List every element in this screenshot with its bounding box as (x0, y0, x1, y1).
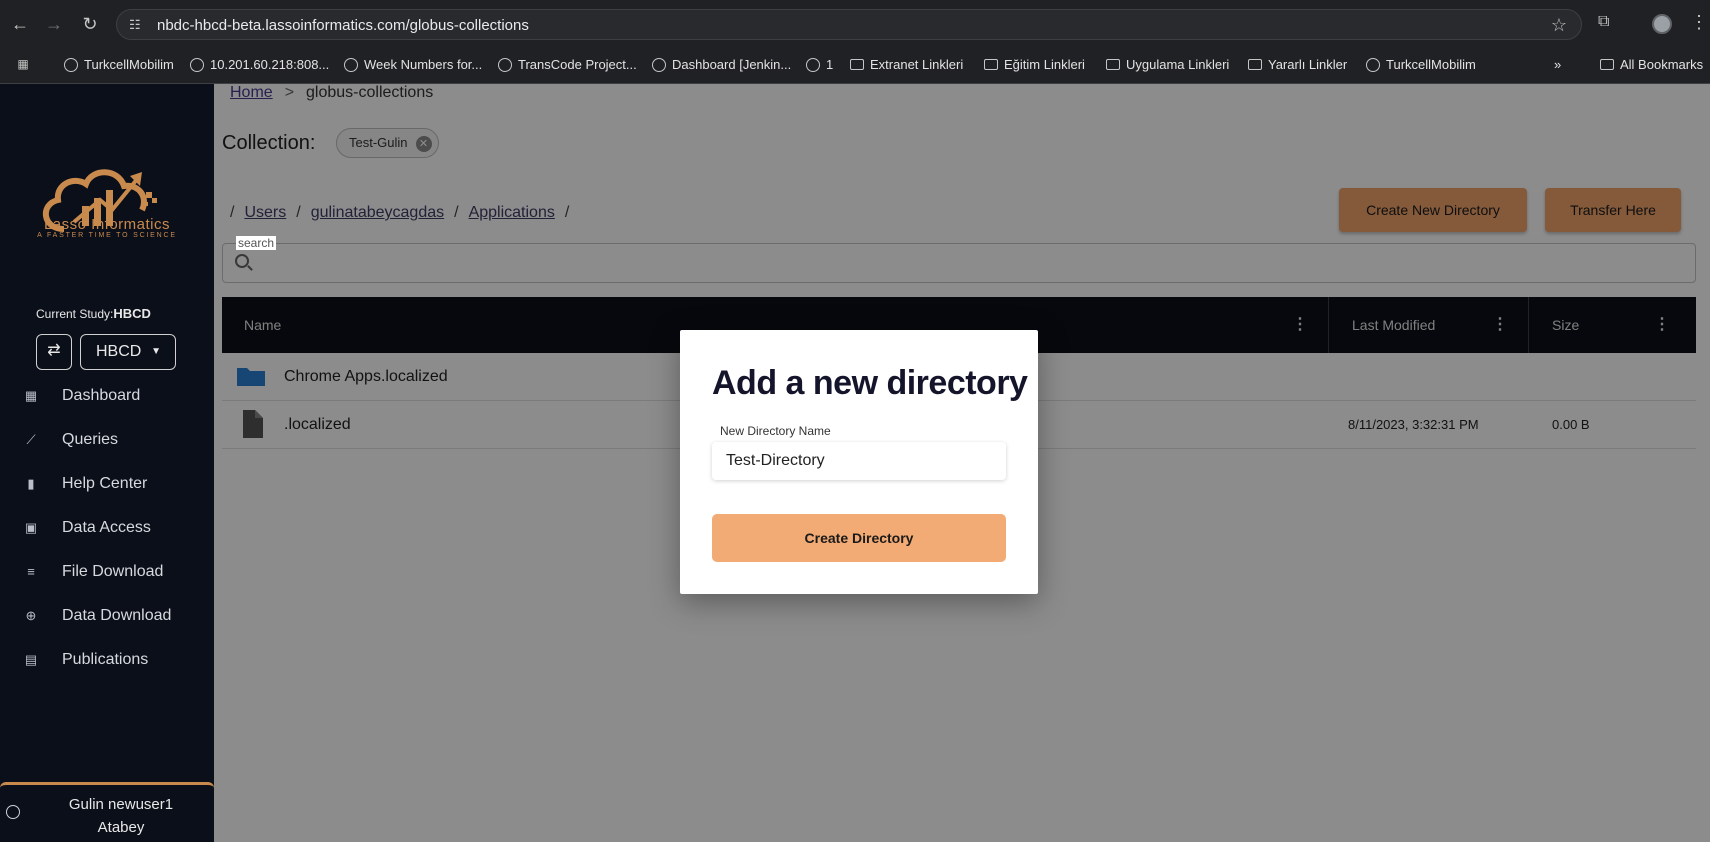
user-profile[interactable]: Gulin newuser1 Atabey (0, 782, 214, 842)
bookmark-folder[interactable]: Uygulama Linkleri (1106, 57, 1229, 72)
site-info-icon[interactable]: ☷ (129, 17, 145, 33)
reload-icon[interactable]: ↻ (80, 14, 100, 34)
url-path: /globus-collections (405, 17, 529, 34)
directory-name-label: New Directory Name (720, 424, 831, 438)
logo-tagline: A FASTER TIME TO SCIENCE (37, 232, 177, 239)
user-icon (6, 805, 20, 819)
sidebar-item-file-download[interactable]: ≡ File Download (0, 550, 214, 594)
more-bookmarks-icon[interactable]: » (1554, 57, 1561, 72)
bookmark-item[interactable]: TurkcellMobilim (1366, 57, 1476, 72)
sidebar-item-data-download[interactable]: ⊕ Data Download (0, 594, 214, 638)
study-select[interactable]: HBCD ▼ (80, 334, 176, 370)
bookmark-item[interactable]: Week Numbers for... (344, 57, 482, 72)
sidebar-item-dashboard[interactable]: ▦ Dashboard (0, 374, 214, 418)
url-text[interactable]: nbdc-hbcd-beta.lassoinformatics.com/glob… (157, 17, 529, 34)
download-icon: ⊕ (25, 608, 37, 623)
profile-avatar[interactable] (1652, 14, 1672, 34)
bookmark-star-icon[interactable]: ☆ (1551, 15, 1567, 36)
sidebar-item-help-center[interactable]: ▮ Help Center (0, 462, 214, 506)
bookmark-item[interactable]: Dashboard [Jenkin... (652, 57, 791, 72)
sidebar: Lasso Informatics A FASTER TIME TO SCIEN… (0, 84, 214, 842)
bookmark-folder[interactable]: Extranet Linkleri (850, 57, 963, 72)
bookmark-item[interactable]: TurkcellMobilim (64, 57, 174, 72)
globe-icon (64, 57, 78, 72)
all-bookmarks[interactable]: All Bookmarks (1600, 57, 1703, 72)
create-directory-button[interactable]: Create Directory (712, 514, 1006, 562)
sidebar-item-queries[interactable]: ⟋ Queries (0, 418, 214, 462)
folder-icon (984, 59, 998, 70)
address-bar[interactable]: ☷ nbdc-hbcd-beta.lassoinformatics.com/gl… (116, 9, 1582, 40)
folder-icon (1106, 59, 1120, 70)
logo-text: Lasso Informatics (43, 216, 171, 233)
bookmarks-bar: ▦ TurkcellMobilim 10.201.60.218:808... W… (0, 48, 1710, 84)
current-study: Current Study:HBCD (36, 306, 151, 321)
extensions-icon[interactable]: ⧉ (1598, 13, 1609, 31)
folder-icon (1248, 59, 1262, 70)
dashboard-icon: ▦ (24, 388, 38, 403)
user-name: Gulin newuser1 Atabey (68, 796, 174, 836)
add-directory-dialog: Add a new directory New Directory Name C… (680, 330, 1038, 594)
globe-icon (344, 57, 358, 72)
list-icon: ≡ (27, 564, 35, 579)
sidebar-item-data-access[interactable]: ▣ Data Access (0, 506, 214, 550)
book-icon: ▮ (27, 476, 35, 491)
globe-icon (1366, 57, 1380, 72)
forward-icon[interactable]: → (44, 14, 64, 34)
folder-icon (1600, 59, 1614, 70)
globe-icon (652, 57, 666, 72)
caret-down-icon: ▼ (151, 346, 161, 357)
globe-icon (190, 57, 204, 72)
back-icon[interactable]: ← (10, 14, 30, 34)
queries-icon: ⟋ (26, 432, 36, 447)
search-label: search (236, 236, 277, 250)
browser-toolbar: ← → ↻ ☷ nbdc-hbcd-beta.lassoinformatics.… (0, 0, 1710, 48)
globe-icon (498, 57, 512, 72)
directory-name-field[interactable] (712, 442, 1006, 480)
globe-icon (806, 57, 820, 72)
bookmark-item[interactable]: 1 (806, 57, 833, 72)
apps-grid-icon[interactable]: ▦ (16, 57, 30, 71)
current-study-label: Current Study: (36, 307, 114, 321)
folder-icon (850, 59, 864, 70)
bookmark-item[interactable]: TransCode Project... (498, 57, 637, 72)
bookmark-item[interactable]: 10.201.60.218:808... (190, 57, 329, 72)
browser-menu-icon[interactable]: ⋮ (1690, 12, 1708, 33)
current-study-value: HBCD (113, 306, 151, 321)
swap-icon: ⇄ (47, 342, 61, 359)
bookmark-folder[interactable]: Eğitim Linkleri (984, 57, 1085, 72)
dialog-title: Add a new directory (712, 364, 1028, 402)
sidebar-item-publications[interactable]: ▤ Publications (0, 638, 214, 682)
document-icon: ▤ (24, 652, 38, 667)
lock-icon: ▣ (24, 520, 38, 535)
bookmark-folder[interactable]: Yararlı Linkler (1248, 57, 1347, 72)
url-host: nbdc-hbcd-beta.lassoinformatics.com (157, 17, 406, 34)
switch-study-button[interactable]: ⇄ (36, 334, 72, 370)
